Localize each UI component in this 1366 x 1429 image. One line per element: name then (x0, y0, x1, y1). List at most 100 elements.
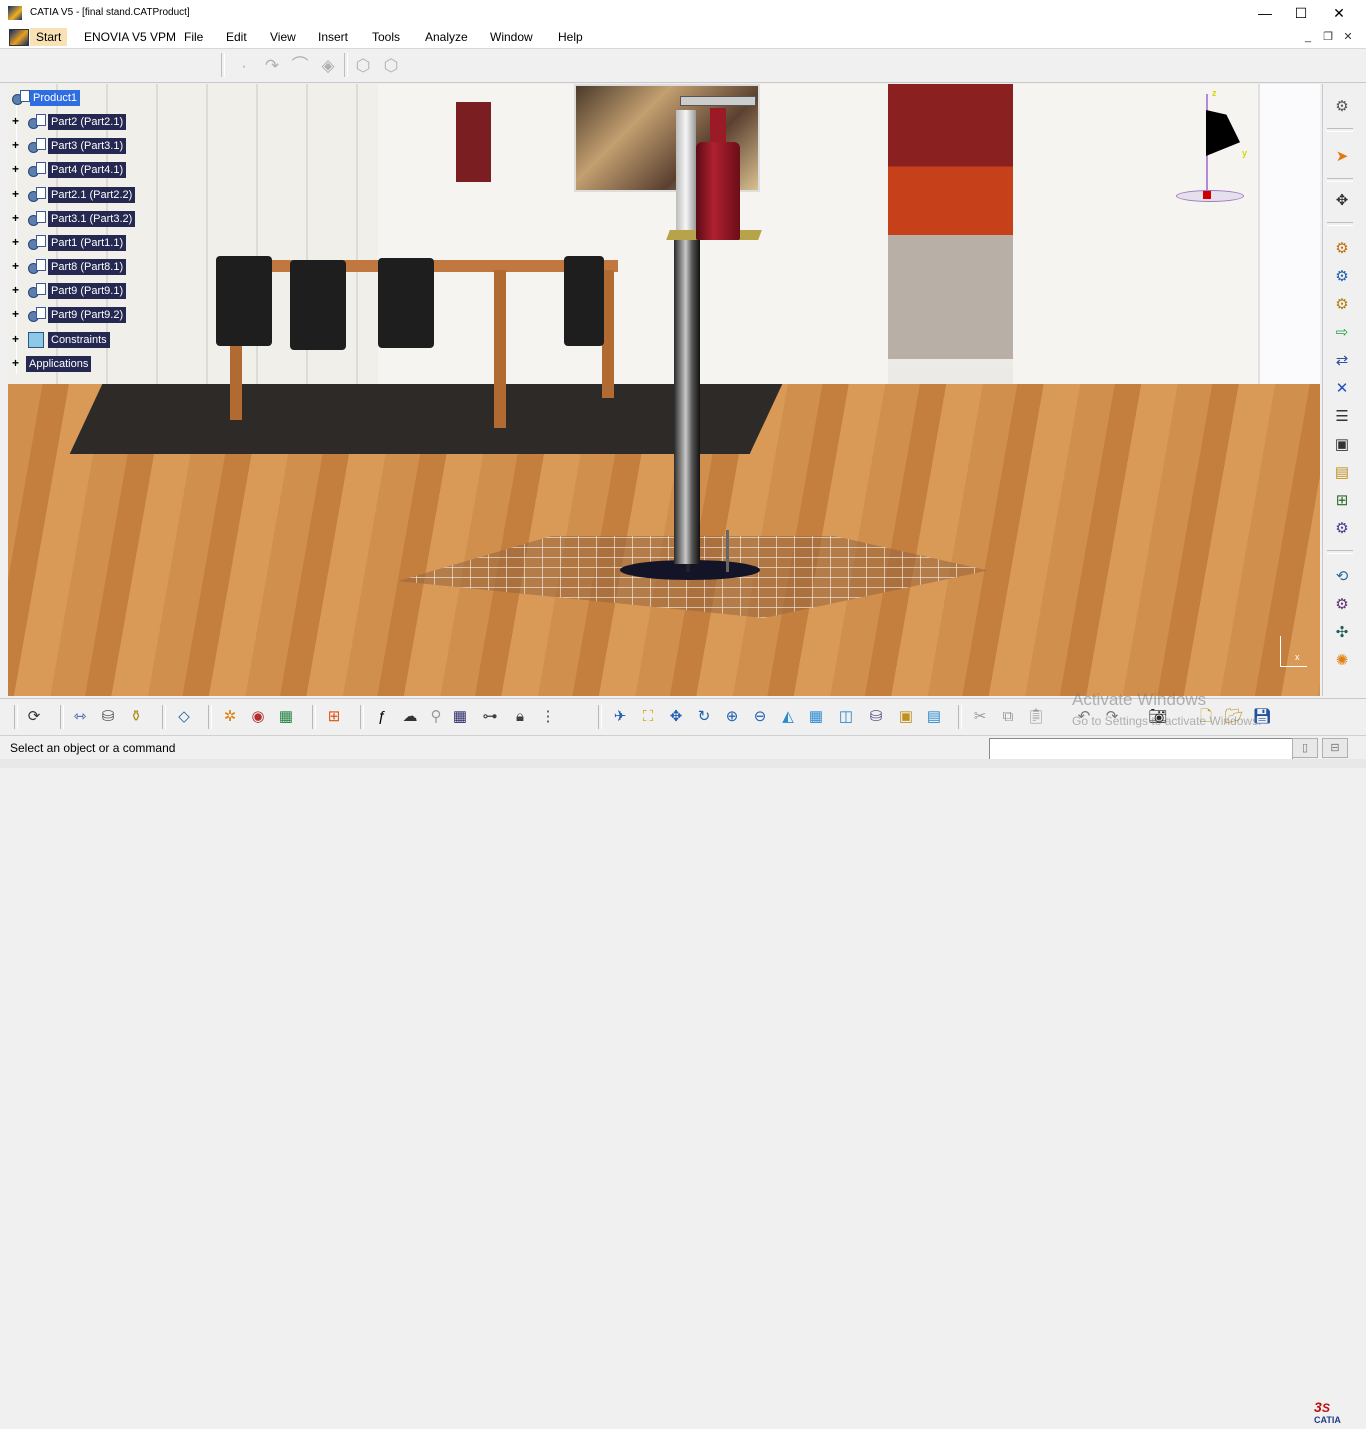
smart-move-icon[interactable]: ✣ (1331, 622, 1353, 644)
stop-manipulate-icon[interactable]: ⚙ (1331, 594, 1353, 616)
stand-cylinder[interactable] (696, 142, 740, 240)
menu-analyze[interactable]: Analyze (419, 28, 474, 46)
formula-icon[interactable]: ƒ (370, 706, 394, 728)
compass-cube-icon[interactable] (1206, 110, 1240, 156)
3d-viewport[interactable]: z y x Product1 + Part2 (Part2.1) + Part3… (8, 84, 1320, 696)
cube-a-icon[interactable]: ⬡ (353, 56, 373, 76)
hide-show-icon[interactable]: ▣ (894, 706, 918, 728)
expand-icon[interactable]: + (12, 260, 21, 272)
expand-icon[interactable]: + (12, 357, 21, 369)
sweep-icon[interactable]: ⌒ (290, 56, 310, 76)
compass-handle[interactable] (1203, 191, 1211, 199)
snap-icon[interactable]: ⚙ (1331, 518, 1353, 540)
curve-icon[interactable]: ↷ (262, 56, 282, 76)
command-input[interactable] (989, 738, 1293, 760)
bottle-icon[interactable]: ⚱ (124, 706, 148, 728)
table-leg (494, 270, 506, 428)
eraser-icon[interactable]: ◈ (318, 56, 338, 76)
normal-view-icon[interactable]: ◭ (776, 706, 800, 728)
expand-icon[interactable]: + (12, 333, 21, 345)
menu-tools[interactable]: Tools (366, 28, 406, 46)
background-painting (456, 102, 491, 182)
console-button[interactable]: ⊟ (1322, 738, 1348, 758)
copy-icon[interactable]: ⧉ (996, 706, 1020, 728)
menu-window[interactable]: Window (484, 28, 539, 46)
doc-minimize-button[interactable]: _ (1300, 29, 1316, 45)
new-part-icon[interactable]: ⚙ (1331, 294, 1353, 316)
cut-icon[interactable]: ✂ (968, 706, 992, 728)
tree-item-label: Part3 (Part3.1) (48, 138, 127, 154)
paste-icon[interactable]: 📋︎ (1024, 706, 1048, 728)
menu-edit[interactable]: Edit (220, 28, 253, 46)
fit-all-icon[interactable]: ⛶ (636, 706, 660, 728)
power-input-button[interactable]: ▯ (1292, 738, 1318, 758)
fly-icon[interactable]: ✈ (608, 706, 632, 728)
maximize-button[interactable]: ☐ (1282, 0, 1320, 26)
inertia-icon[interactable]: ⛁ (96, 706, 120, 728)
lock-icon[interactable]: 🔒︎ (508, 706, 532, 728)
catalog-icon[interactable]: ✲ (218, 706, 242, 728)
status-message: Select an object or a command (10, 741, 176, 755)
apply-material-icon[interactable]: ▦ (274, 706, 298, 728)
zoom-in-icon[interactable]: ⊕ (720, 706, 744, 728)
sparkle-icon[interactable]: ✺ (1331, 650, 1353, 672)
menu-enovia[interactable]: ENOVIA V5 VPM (78, 28, 182, 46)
move-icon[interactable]: ✥ (1331, 190, 1353, 212)
measure-icon[interactable]: ⇿ (68, 706, 92, 728)
expand-icon[interactable]: + (12, 308, 21, 320)
close-button[interactable]: ✕ (1320, 0, 1358, 26)
menu-file[interactable]: File (178, 28, 209, 46)
catia-logo-icon[interactable] (9, 29, 29, 46)
component-icon[interactable]: ⚙ (1331, 238, 1353, 260)
compass-widget[interactable]: z y (1172, 88, 1252, 202)
multi-instance-icon[interactable]: ▤ (1331, 462, 1353, 484)
expand-icon[interactable]: + (12, 284, 21, 296)
doc-close-button[interactable]: ✕ (1340, 29, 1356, 45)
knowledge-icon[interactable]: ☁ (398, 706, 422, 728)
stand-upper-pole[interactable] (676, 110, 696, 236)
select-arrow-icon[interactable]: ➤ (1331, 146, 1353, 168)
front-view-icon[interactable]: ◫ (834, 706, 858, 728)
expand-icon[interactable]: + (12, 115, 21, 127)
expand-icon[interactable]: + (12, 139, 21, 151)
reorder-icon[interactable]: ☰ (1331, 406, 1353, 428)
sketch-icon[interactable]: ◇ (172, 706, 196, 728)
new-product-icon[interactable]: ⚙ (1331, 266, 1353, 288)
shading-icon[interactable]: ⛁ (864, 706, 888, 728)
pan-icon[interactable]: ✥ (664, 706, 688, 728)
grid-icon[interactable]: ⊞ (322, 706, 346, 728)
cylinder-cap[interactable] (710, 108, 726, 144)
table-icon[interactable]: ▦ (448, 706, 472, 728)
rule-icon[interactable]: ⋮ (536, 706, 560, 728)
explode-icon[interactable]: ⟲ (1331, 566, 1353, 588)
menu-view[interactable]: View (264, 28, 302, 46)
manipulate-icon[interactable]: ⊞ (1331, 490, 1353, 512)
menu-start[interactable]: Start (30, 28, 68, 46)
zoom-out-icon[interactable]: ⊖ (748, 706, 772, 728)
expand-icon[interactable]: + (12, 188, 21, 200)
stand-pole[interactable] (674, 234, 700, 564)
cube-b-icon[interactable]: ⬡ (381, 56, 401, 76)
update-icon[interactable]: ⟳ (22, 706, 46, 728)
design-table-icon[interactable]: ⚲ (424, 706, 448, 728)
doc-restore-button[interactable]: ❐ (1320, 29, 1336, 45)
gear-product-icon[interactable]: ⚙ (1331, 96, 1353, 118)
expand-icon[interactable]: + (12, 236, 21, 248)
graph-tree-icon[interactable]: ✕ (1331, 378, 1353, 400)
existing-component-icon[interactable]: ⇨ (1331, 322, 1353, 344)
iso-view-icon[interactable]: ▦ (804, 706, 828, 728)
material-icon[interactable]: ◉ (246, 706, 270, 728)
minimize-button[interactable]: — (1246, 0, 1284, 26)
tree-icon[interactable]: ⊶ (478, 706, 502, 728)
expand-icon[interactable]: + (12, 212, 21, 224)
toolbar-separator (958, 705, 962, 729)
replace-icon[interactable]: ⇄ (1331, 350, 1353, 372)
menu-insert[interactable]: Insert (312, 28, 354, 46)
point-icon[interactable]: · (234, 56, 254, 76)
stand-arm[interactable] (680, 96, 756, 106)
expand-icon[interactable]: + (12, 163, 21, 175)
menu-help[interactable]: Help (552, 28, 589, 46)
swap-icon[interactable]: ▤ (922, 706, 946, 728)
numbering-icon[interactable]: ▣ (1331, 434, 1353, 456)
rotate-icon[interactable]: ↻ (692, 706, 716, 728)
